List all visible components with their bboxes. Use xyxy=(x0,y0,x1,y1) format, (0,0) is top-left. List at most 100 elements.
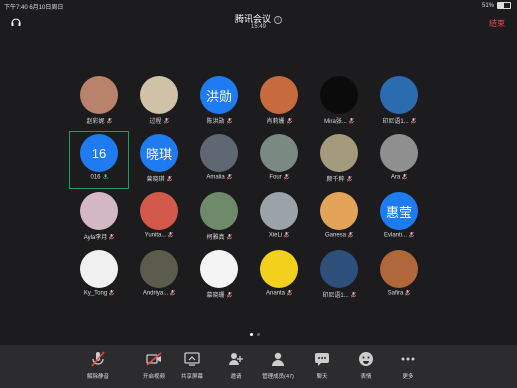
mic-muted-icon xyxy=(106,118,112,125)
participant-name-row: Ky_Tong xyxy=(70,290,128,297)
participant-name-row: Andriya... xyxy=(130,290,188,297)
participant-avatar: 16 xyxy=(80,134,118,172)
toolbar-button[interactable]: 更多 xyxy=(388,351,428,380)
participant-name-row: 颜千粹 xyxy=(310,174,368,183)
participant-tile[interactable]: 肖莉姗 xyxy=(250,74,308,130)
mic-muted-icon xyxy=(163,118,169,125)
participant-tile[interactable]: 赵彩妮 xyxy=(70,74,128,130)
participant-name: Ananta xyxy=(265,290,286,297)
participant-name: 016 xyxy=(90,174,101,181)
mic-muted-icon xyxy=(287,290,293,296)
participant-tile[interactable]: 颜千粹 xyxy=(310,132,368,188)
toolbar-button[interactable]: 共享屏幕 xyxy=(172,351,212,380)
info-icon[interactable]: i xyxy=(274,15,282,24)
mic-muted-icon xyxy=(226,234,232,241)
participant-tile[interactable]: Ky_Tong xyxy=(70,248,128,304)
mic-muted-icon xyxy=(283,174,289,180)
participant-avatar xyxy=(80,192,118,230)
participant-name-row: Ananta xyxy=(250,290,308,297)
participant-tile[interactable]: XieLi xyxy=(250,190,308,246)
participant-tile[interactable]: Safira xyxy=(370,248,428,304)
toolbar-button[interactable]: 邀请 xyxy=(216,351,256,380)
participant-name-row: Ara xyxy=(370,174,428,181)
participant-tile[interactable]: 晓琪 曾晓琪 xyxy=(130,132,188,188)
video-off-icon xyxy=(146,352,162,366)
participant-name-row: Safira xyxy=(370,290,428,297)
participant-tile[interactable]: Amalia xyxy=(190,132,248,188)
participant-avatar xyxy=(320,250,358,288)
page-dot[interactable] xyxy=(257,333,260,336)
participant-tile[interactable]: 过程 xyxy=(130,74,188,130)
participant-name-row: 曾晓琪 xyxy=(130,174,188,183)
toolbar-button[interactable]: 解除静音 xyxy=(78,351,118,380)
mic-muted-icon xyxy=(409,232,414,238)
participant-tile[interactable]: Ayla李月 xyxy=(70,190,128,246)
participant-tile[interactable]: 柯雅真 xyxy=(190,190,248,246)
emoji-icon xyxy=(359,352,373,366)
mic-active-icon xyxy=(102,174,108,180)
participant-name-row: Mira张... xyxy=(310,116,368,125)
participant-avatar: 惠莹 xyxy=(380,192,418,230)
meeting-title-text: 腾讯会议 xyxy=(234,14,271,24)
participant-tile[interactable]: 印尼语1... xyxy=(370,74,428,130)
toolbar-button[interactable]: 表情 xyxy=(346,351,386,380)
share-screen-icon xyxy=(184,352,200,366)
participant-tile[interactable]: 惠莹 Evlanti... xyxy=(370,190,428,246)
toolbar-button[interactable]: 开启视频 xyxy=(134,351,174,380)
participant-avatar xyxy=(260,250,298,288)
participant-name: 陈洪勋 xyxy=(206,119,225,125)
battery-percent: 51% xyxy=(481,2,494,9)
participant-tile[interactable]: Ara xyxy=(370,132,428,188)
participant-tile[interactable]: Ganesa xyxy=(310,190,368,246)
participant-name: Evlanti... xyxy=(383,232,407,239)
participant-avatar xyxy=(260,76,298,114)
toolbar-button[interactable]: 聊天 xyxy=(302,351,342,380)
participant-tile[interactable]: Andriya... xyxy=(130,248,188,304)
participant-avatar xyxy=(140,192,178,230)
participant-name-row: 肖莉姗 xyxy=(250,116,308,125)
participant-tile[interactable]: Ananta xyxy=(250,248,308,304)
participant-name: 印尼语1... xyxy=(322,293,349,299)
participant-name: 慕晓珊 xyxy=(206,293,225,299)
participant-name-row: 过程 xyxy=(130,116,188,125)
mic-muted-icon xyxy=(109,290,115,296)
participant-name: Amalia xyxy=(206,174,225,181)
participant-tile[interactable]: 16 016 xyxy=(69,131,129,189)
participant-tile[interactable]: Mira张... xyxy=(310,74,368,130)
mic-muted-icon xyxy=(284,232,290,238)
meeting-header: 腾讯会议 i 15:49 结束 xyxy=(0,10,517,32)
mic-muted-icon xyxy=(170,290,176,296)
end-meeting-button[interactable]: 结束 xyxy=(489,18,505,29)
mic-muted-icon xyxy=(286,118,292,125)
mic-muted-icon xyxy=(402,174,408,180)
participant-name: Ayla李月 xyxy=(83,235,108,241)
participant-tile[interactable]: 洪勋陈洪勋 xyxy=(190,74,248,130)
participant-tile[interactable]: 慕晓珊 xyxy=(190,248,248,304)
participant-name: XieLi xyxy=(268,232,283,239)
status-right: 51% xyxy=(482,2,511,9)
participant-name-row: 慕晓珊 xyxy=(190,290,248,299)
participant-tile[interactable]: Yunita... xyxy=(130,190,188,246)
participant-avatar xyxy=(80,250,118,288)
toolbar-button[interactable]: 管理成员(47) xyxy=(258,351,298,380)
participant-avatar xyxy=(140,250,178,288)
participant-name: 肖莉姗 xyxy=(266,119,285,125)
participant-avatar xyxy=(80,76,118,114)
participant-tile[interactable]: Four xyxy=(250,132,308,188)
participant-name-row: 印尼语1... xyxy=(310,290,368,299)
participant-avatar xyxy=(320,134,358,172)
mic-muted-icon xyxy=(226,174,232,180)
participant-name: 赵彩妮 xyxy=(86,119,105,125)
participant-name-row: 柯雅真 xyxy=(190,232,248,241)
participant-name: Andriya... xyxy=(142,290,169,297)
mic-muted-icon xyxy=(226,292,232,299)
chat-icon xyxy=(315,353,329,366)
page-indicator xyxy=(250,333,260,336)
participant-name-row: Yunita... xyxy=(130,232,188,239)
members-icon xyxy=(272,352,284,366)
participant-avatar: 洪勋 xyxy=(200,76,238,114)
meeting-app: 下午7:40 6月10日周日 51% 腾讯会议 i 15:49 结束 赵彩妮 过程 洪… xyxy=(0,0,517,388)
participant-tile[interactable]: 印尼语1... xyxy=(310,248,368,304)
mic-muted-icon xyxy=(346,176,352,183)
page-dot[interactable] xyxy=(250,333,253,336)
